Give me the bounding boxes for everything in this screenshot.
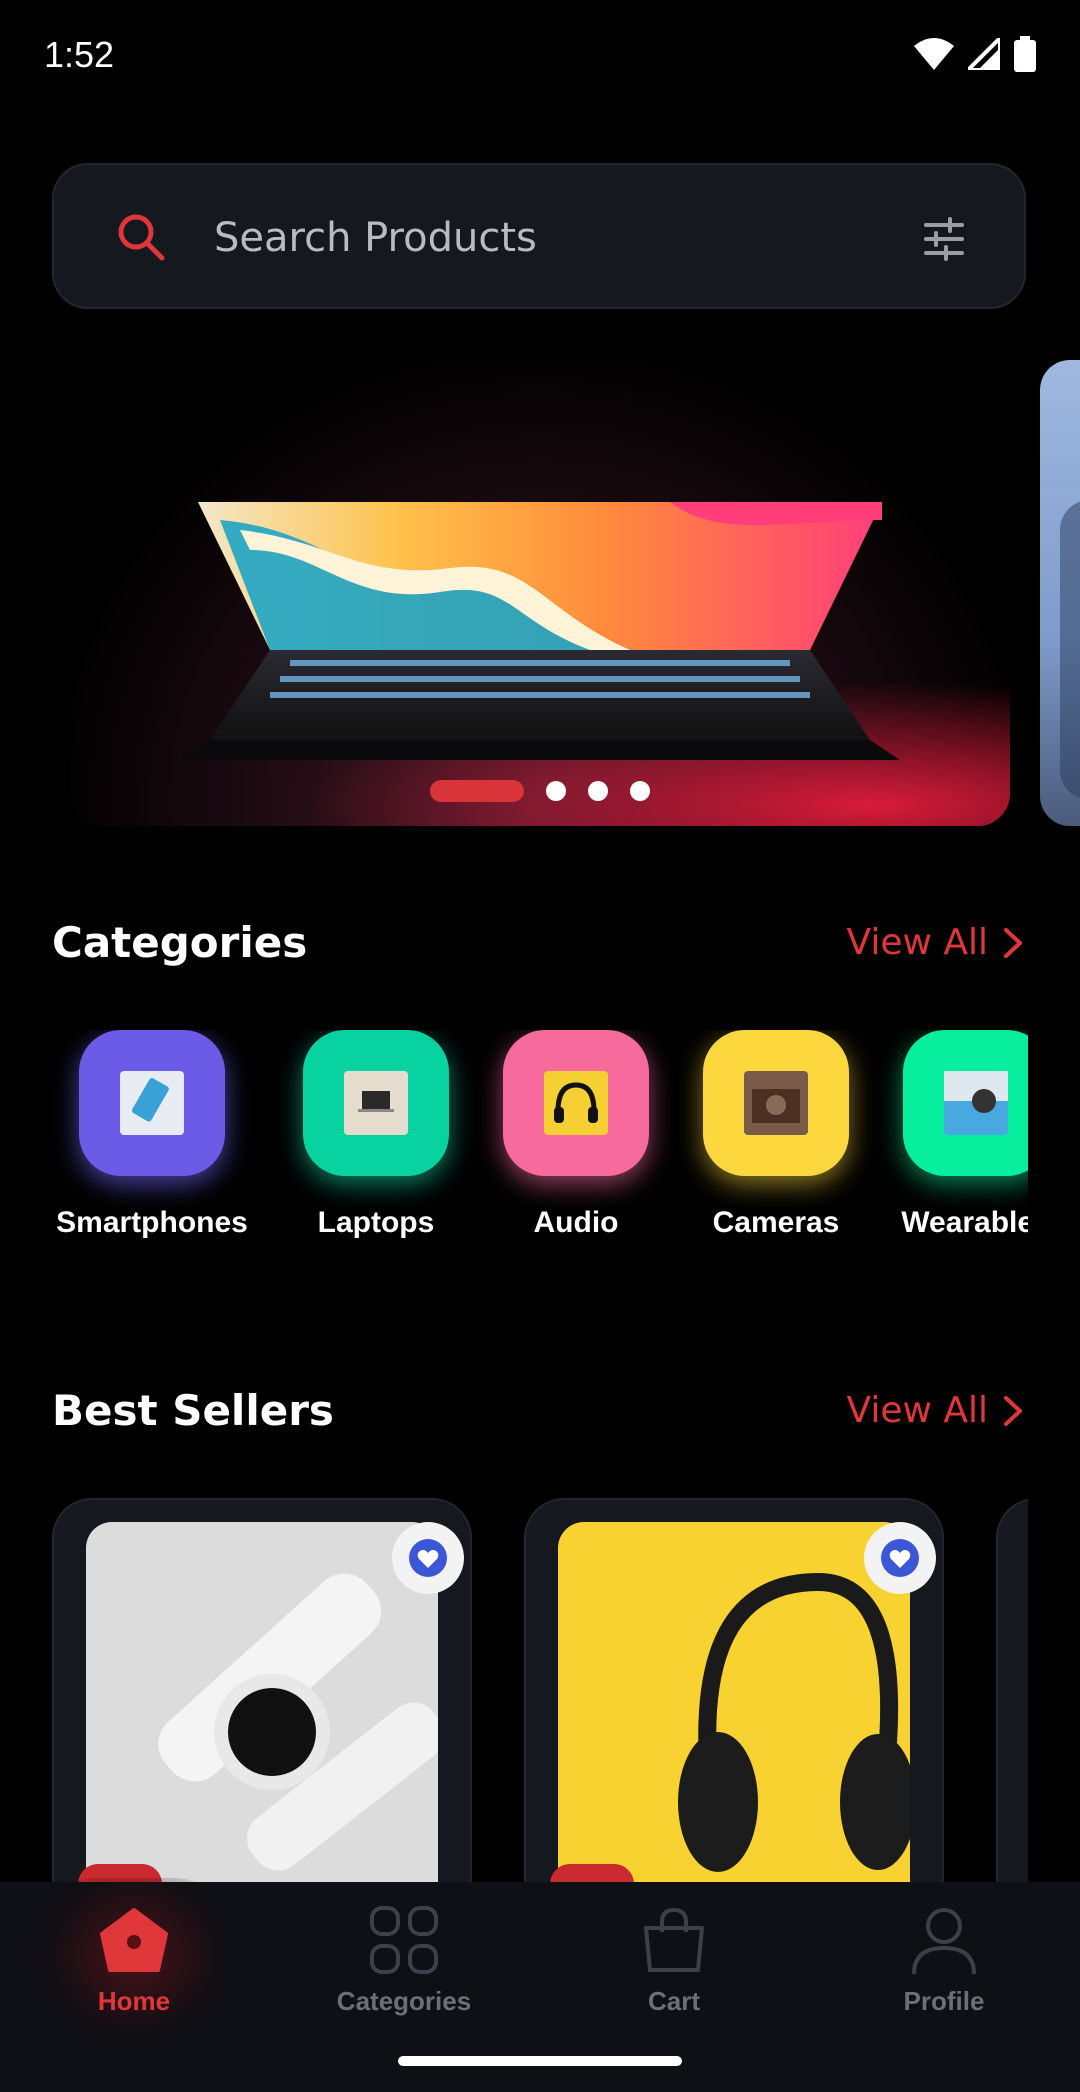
product-card-watch[interactable] (52, 1498, 472, 1882)
product-image (86, 1522, 438, 1882)
status-icons (914, 36, 1036, 72)
wearable-icon (944, 1071, 1008, 1135)
bag-icon (644, 1908, 704, 1972)
category-label: Smartphones (56, 1206, 248, 1239)
next-banner-peek[interactable] (1040, 360, 1080, 826)
category-laptops[interactable]: Laptops (276, 1030, 476, 1240)
carousel-indicator[interactable] (70, 780, 1010, 802)
nav-home[interactable]: Home (34, 1902, 234, 2017)
search-input[interactable] (214, 205, 914, 271)
best-sellers-view-all[interactable]: View All (846, 1390, 1024, 1431)
category-label: Audio (533, 1206, 619, 1239)
search-bar[interactable] (52, 163, 1026, 309)
status-bar: 1:52 (0, 0, 1080, 110)
promo-banner[interactable] (70, 360, 1010, 826)
chevron-right-icon (1004, 1395, 1022, 1426)
nav-label: Cart (647, 1986, 700, 2016)
product-card-peek[interactable] (996, 1498, 1028, 1882)
category-tile[interactable] (79, 1030, 225, 1176)
category-wearables[interactable]: Wearables (876, 1030, 1028, 1240)
signal-icon (968, 38, 1000, 70)
laptop-icon (344, 1071, 408, 1135)
view-all-label: View All (846, 1390, 988, 1431)
category-label: Wearables (901, 1206, 1028, 1239)
nav-label: Categories (336, 1986, 472, 2016)
home-icon (100, 1908, 168, 1972)
best-sellers-title: Best Sellers (52, 1386, 334, 1435)
search-icon[interactable] (114, 210, 170, 266)
categories-title: Categories (52, 918, 308, 967)
nav-cart[interactable]: Cart (574, 1902, 774, 2017)
category-cameras[interactable]: Cameras (676, 1030, 876, 1240)
status-time: 1:52 (44, 34, 115, 75)
carousel-dot-active[interactable] (430, 780, 524, 802)
product-card-headphones[interactable] (524, 1498, 944, 1882)
product-image (558, 1522, 910, 1882)
carousel-dot[interactable] (588, 781, 608, 801)
heart-icon (409, 1539, 447, 1577)
nav-categories[interactable]: Categories (304, 1902, 504, 2017)
camera-icon (744, 1071, 808, 1135)
wifi-icon (914, 38, 954, 70)
categories-list[interactable]: Smartphones Laptops Audio Cameras Wearab… (52, 1030, 1028, 1250)
nav-label: Home (97, 1986, 171, 2016)
view-all-label: View All (846, 922, 988, 963)
categories-view-all[interactable]: View All (846, 922, 1024, 963)
carousel-dot[interactable] (546, 781, 566, 801)
category-label: Laptops (317, 1206, 435, 1239)
smartphone-icon (120, 1071, 184, 1135)
category-tile[interactable] (703, 1030, 849, 1176)
carousel-dot[interactable] (630, 781, 650, 801)
chevron-right-icon (1004, 927, 1022, 958)
nav-label: Profile (903, 1986, 985, 2016)
laptop-image (70, 502, 1010, 826)
battery-icon (1014, 36, 1036, 72)
grid-icon (370, 1906, 438, 1974)
discount-badge (550, 1864, 634, 1882)
sliders-icon[interactable] (920, 215, 968, 263)
category-smartphones[interactable]: Smartphones (52, 1030, 252, 1240)
category-tile[interactable] (503, 1030, 649, 1176)
favorite-button[interactable] (392, 1522, 464, 1594)
category-tile[interactable] (903, 1030, 1028, 1176)
person-icon (912, 1908, 976, 1975)
heart-icon (881, 1539, 919, 1577)
category-label: Cameras (712, 1206, 840, 1239)
category-audio[interactable]: Audio (476, 1030, 676, 1240)
nav-profile[interactable]: Profile (844, 1902, 1044, 2017)
category-tile[interactable] (303, 1030, 449, 1176)
best-sellers-list[interactable] (52, 1498, 1028, 1882)
gesture-bar[interactable] (398, 2056, 682, 2066)
favorite-button[interactable] (864, 1522, 936, 1594)
headphones-icon (544, 1071, 608, 1135)
